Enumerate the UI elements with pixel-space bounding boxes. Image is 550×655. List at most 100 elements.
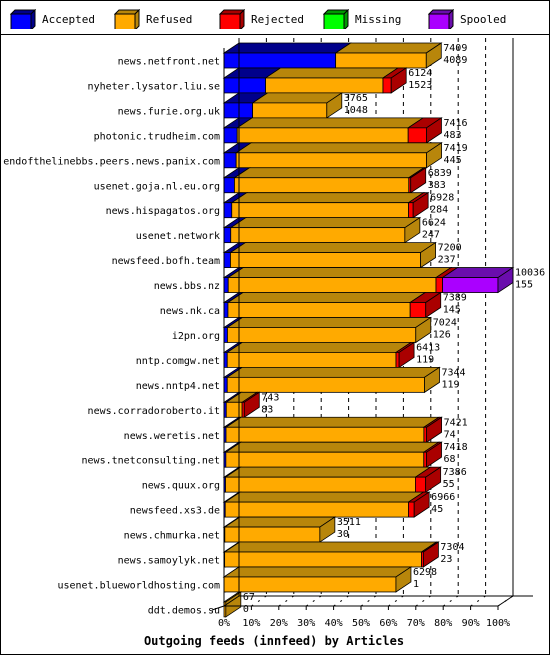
- x-tick-label: 30%: [297, 618, 315, 629]
- x-tick-label: 70%: [407, 618, 425, 629]
- bar-segment-refused: [224, 551, 422, 568]
- offered-value-label: 7200: [438, 243, 462, 254]
- bar-top-refused: [229, 217, 422, 229]
- floor-gridline: [470, 595, 486, 607]
- accepted-value-label: 55: [443, 479, 455, 490]
- offered-value-label: 7418: [444, 442, 468, 453]
- bar-segment-rejected: [423, 426, 428, 443]
- floor-gridline: [333, 595, 349, 607]
- bar-segment-refused: [235, 152, 427, 169]
- bar-segment-refused: [225, 401, 243, 418]
- bar-segment-refused: [230, 227, 406, 244]
- category-label: news.nk.ca: [160, 306, 220, 317]
- bar-layer: [222, 42, 515, 618]
- category-label: news.samoylyk.net: [118, 556, 220, 567]
- bar-segment-accepted: [223, 77, 266, 94]
- bar-segment-refused: [227, 327, 417, 343]
- category-label: news.tnetconsulting.net: [82, 456, 220, 467]
- accepted-value-label: 30: [337, 529, 349, 540]
- accepted-value-label: 383: [428, 180, 446, 191]
- bar-segment-refused: [225, 451, 425, 468]
- accepted-value-label: 1: [413, 579, 419, 590]
- accepted-value-label: 126: [433, 329, 451, 340]
- floor-gridline: [442, 595, 459, 607]
- offered-value-label: 743: [261, 392, 279, 403]
- offered-value-label: 7389: [443, 293, 467, 304]
- bar-segment-accepted: [223, 252, 231, 269]
- bar-segment-accepted: [223, 277, 229, 293]
- accepted-value-label: 1523: [408, 80, 432, 91]
- bar-segment-accepted: [223, 152, 237, 169]
- bar-segment-accepted: [223, 102, 254, 119]
- bar-segment-accepted: [223, 177, 235, 194]
- bar-top-refused: [229, 242, 437, 254]
- bar-segment-refused: [225, 476, 416, 493]
- offered-value-label: 6413: [416, 342, 440, 353]
- bar-segment-refused: [335, 52, 427, 69]
- x-tick-label: 80%: [434, 618, 452, 629]
- bar-top-refused: [222, 566, 413, 578]
- bar-top-refused: [233, 167, 426, 179]
- accepted-value-label: 1048: [344, 105, 368, 116]
- bar-segment-refused: [231, 202, 409, 219]
- x-tick-label: 20%: [270, 618, 288, 629]
- bar-segment-accepted: [223, 127, 238, 144]
- accepted-value-label: 119: [416, 354, 434, 365]
- bar-segment-refused: [226, 351, 397, 368]
- accepted-value-label: 4089: [443, 55, 467, 66]
- category-label: nyheter.lysator.liu.se: [88, 81, 220, 92]
- bar-segment-refused: [252, 102, 328, 119]
- bar-segment-refused: [230, 252, 421, 269]
- floor-gridline: [278, 595, 295, 607]
- category-label: ddt.demos.su: [148, 605, 220, 616]
- offered-value-label: 3765: [344, 93, 368, 104]
- category-label: newsfeed.bofh.team: [112, 256, 220, 267]
- x-tick-label: 0%: [218, 618, 230, 629]
- floor-gridline: [415, 595, 432, 607]
- bar-segment-accepted: [223, 52, 337, 69]
- bar-segment-refused: [227, 302, 411, 318]
- bar-segment-refused: [265, 77, 384, 94]
- offered-value-label: 7304: [440, 542, 464, 553]
- offered-value-label: 7344: [442, 367, 466, 378]
- category-label: news.hispagatos.org: [106, 206, 220, 217]
- offered-value-label: 6624: [422, 218, 446, 229]
- accepted-value-label: 68: [444, 454, 456, 465]
- bar-segment-rejected: [407, 127, 427, 144]
- bar-segment-refused: [227, 277, 437, 293]
- bar-segment-spooled: [442, 277, 499, 293]
- category-label: news.bbs.nz: [154, 281, 220, 292]
- offered-value-label: 10036: [515, 268, 545, 279]
- offered-value-label: 6124: [408, 68, 432, 79]
- category-label: endofthelinebbs.peers.news.panix.com: [3, 156, 220, 167]
- accepted-value-label: 145: [443, 305, 461, 316]
- bar-top-refused: [234, 142, 443, 154]
- accepted-value-label: 45: [431, 504, 443, 515]
- accepted-value-label: 445: [444, 155, 462, 166]
- bar-top-refused: [226, 317, 433, 328]
- bar-segment-rejected: [408, 202, 414, 219]
- offered-value-label: 7419: [444, 143, 468, 154]
- accepted-value-label: 237: [438, 255, 456, 266]
- bar-top-accepted: [222, 42, 352, 54]
- offered-value-label: 7409: [443, 43, 467, 54]
- bar-segment-refused: [225, 426, 425, 443]
- bar-top-refused: [264, 67, 400, 79]
- x-tick-label: 40%: [325, 618, 343, 629]
- bar-segment-rejected: [395, 351, 400, 368]
- category-label: i2pn.org: [172, 331, 220, 342]
- bar-top-refused: [235, 117, 425, 129]
- bar-top-refused: [225, 341, 413, 353]
- floor-gridline: [388, 595, 404, 607]
- accepted-value-label: 483: [443, 130, 461, 141]
- offered-value-label: 7024: [433, 317, 457, 328]
- bar-top-refused: [230, 192, 425, 204]
- bar-top-refused: [224, 416, 441, 428]
- bar-segment-refused: [234, 177, 410, 194]
- accepted-value-label: 119: [442, 379, 460, 390]
- offered-value-label: 7421: [444, 417, 468, 428]
- x-tick-label: 50%: [352, 618, 370, 629]
- bar-top-refused: [223, 516, 337, 528]
- category-label: news.weretis.net: [124, 431, 220, 442]
- category-label: news.furie.org.uk: [118, 106, 220, 117]
